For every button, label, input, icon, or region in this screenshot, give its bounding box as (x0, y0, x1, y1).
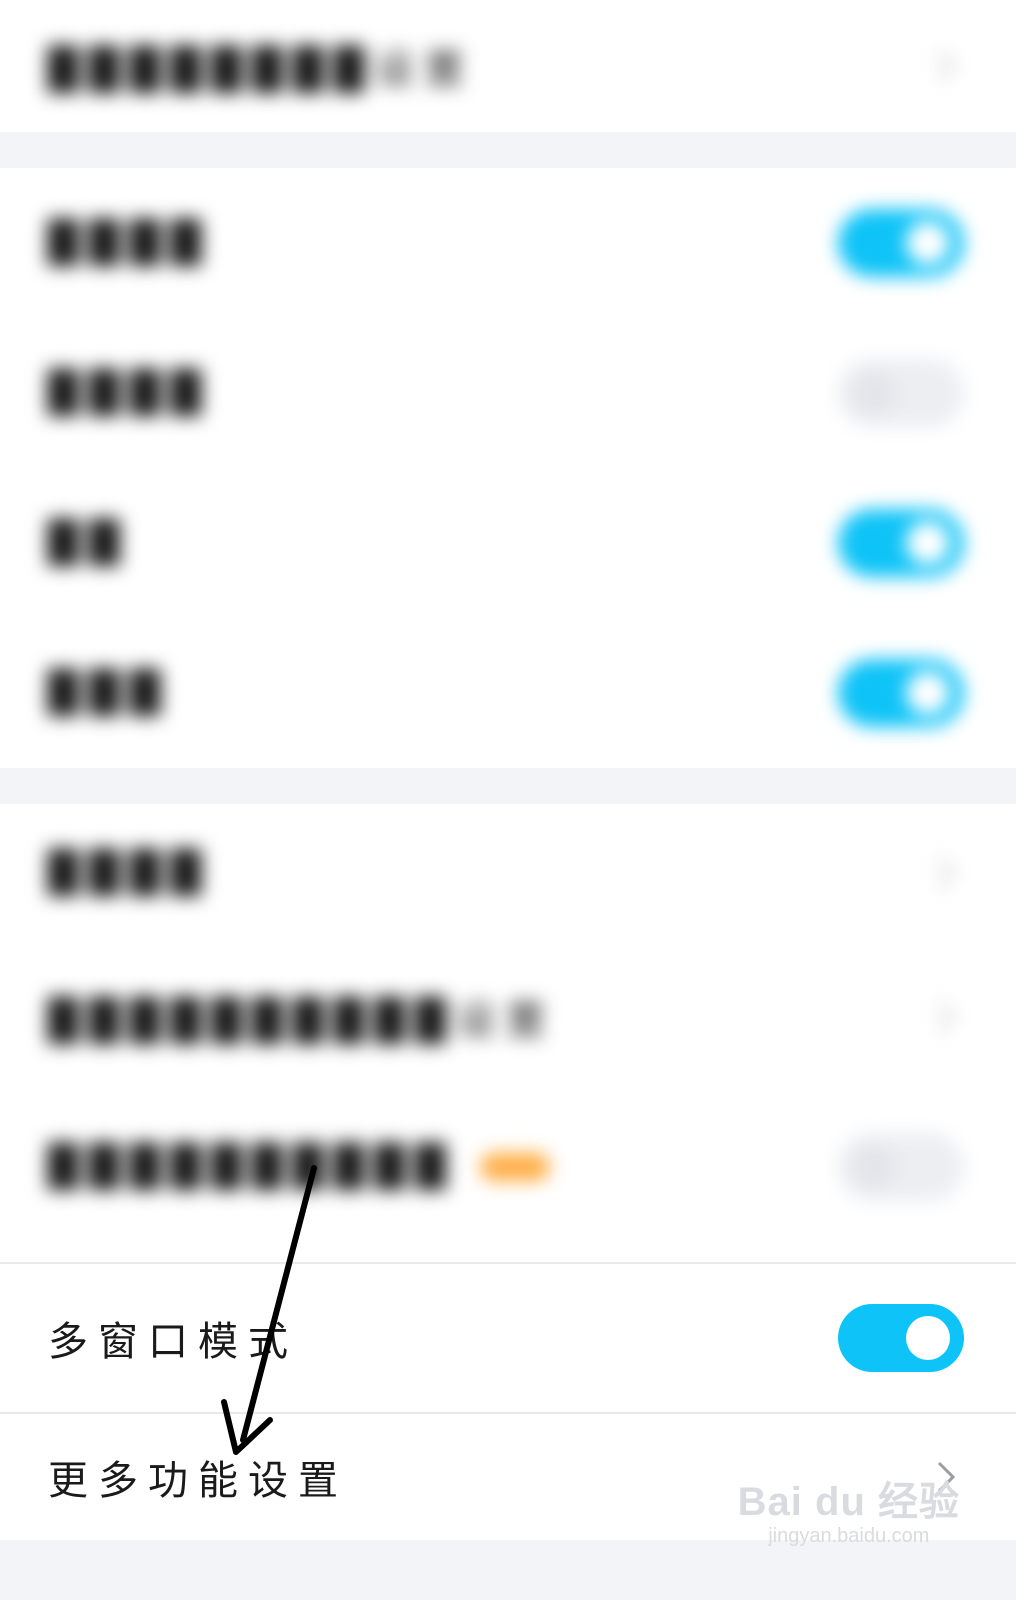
arrow-annotation (221, 1165, 317, 1455)
settings-screen: ████████设置 ████ ████ ██ ███ ████ ███████… (0, 0, 1016, 1600)
